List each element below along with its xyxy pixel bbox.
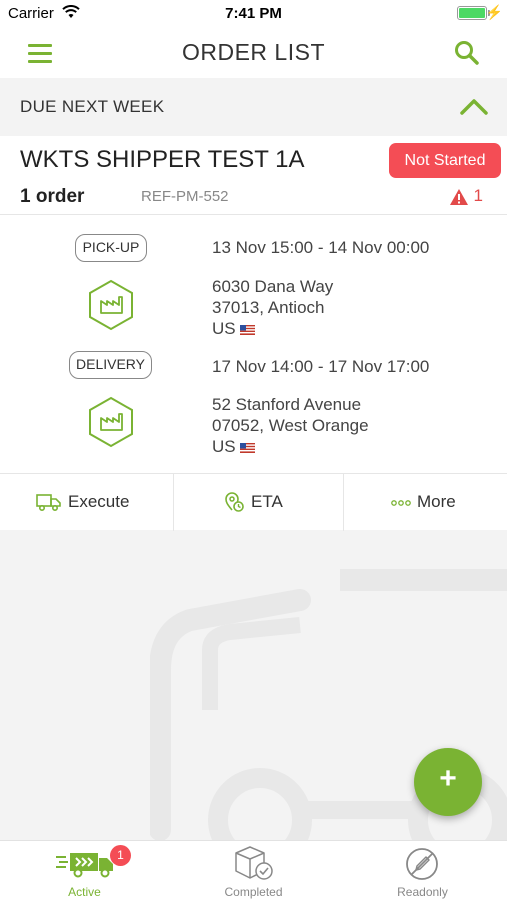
shipper-name: WKTS SHIPPER TEST 1A — [20, 146, 305, 173]
tab-completed-label: Completed — [224, 885, 283, 899]
pickup-street: 6030 Dana Way — [212, 277, 334, 296]
tab-bar: 1 Active Completed Readonly — [0, 840, 507, 900]
chevron-up-icon[interactable] — [459, 96, 489, 116]
no-edit-icon — [406, 848, 438, 880]
pickup-time: 13 Nov 15:00 - 14 Nov 00:00 — [212, 238, 430, 257]
nav-bar: ORDER LIST — [0, 30, 507, 78]
charging-icon: ⚡ — [485, 4, 503, 20]
clock: 7:41 PM — [225, 5, 282, 22]
page-title: ORDER LIST — [181, 39, 326, 65]
factory-icon — [89, 396, 133, 448]
section-header[interactable]: DUE NEXT WEEK — [0, 78, 507, 136]
more-label: More — [417, 492, 456, 511]
status-bar: Carrier 7:41 PM ⚡ — [0, 0, 507, 30]
status-badge: Not Started — [389, 143, 501, 178]
delivery-tag: DELIVERY — [69, 351, 152, 379]
pickup-country: US — [212, 319, 236, 338]
box-check-icon — [235, 846, 273, 880]
tab-active-label: Active — [68, 885, 101, 899]
execute-label: Execute — [68, 492, 130, 511]
factory-icon — [89, 279, 133, 331]
pickup-country-row: US — [212, 318, 333, 339]
tab-readonly[interactable]: Readonly — [338, 841, 507, 900]
warning-icon — [450, 189, 468, 205]
search-icon[interactable] — [453, 39, 481, 67]
us-flag-icon — [239, 442, 255, 453]
delivery-city: 07052, West Orange — [212, 416, 369, 435]
action-bar: Execute ETA More — [0, 473, 507, 531]
fast-truck-icon — [56, 853, 113, 878]
add-button[interactable]: + — [414, 748, 482, 816]
tab-readonly-label: Readonly — [397, 885, 448, 899]
delivery-country: US — [212, 437, 236, 456]
tab-active[interactable]: 1 Active — [0, 841, 169, 900]
execute-button[interactable]: Execute — [0, 474, 173, 531]
active-badge: 1 — [110, 845, 131, 866]
add-label: + — [439, 762, 457, 795]
divider — [0, 214, 507, 215]
order-count: 1 order — [20, 186, 85, 207]
location-clock-icon — [225, 492, 244, 512]
delivery-country-row: US — [212, 436, 369, 457]
more-button[interactable]: More — [344, 474, 507, 531]
tab-completed[interactable]: Completed — [169, 841, 338, 900]
truck-icon — [36, 494, 61, 512]
delivery-street: 52 Stanford Avenue — [212, 395, 362, 414]
section-label: DUE NEXT WEEK — [20, 97, 165, 116]
pickup-address: 6030 Dana Way 37013, Antioch US — [212, 276, 333, 339]
battery-icon — [457, 6, 487, 20]
pickup-city: 37013, Antioch — [212, 298, 325, 317]
us-flag-icon — [239, 324, 255, 335]
reference-number: REF-PM-552 — [141, 188, 229, 205]
delivery-address: 52 Stanford Avenue 07052, West Orange US — [212, 394, 369, 457]
eta-label: ETA — [251, 492, 283, 511]
delivery-time: 17 Nov 14:00 - 17 Nov 17:00 — [212, 357, 430, 376]
pickup-tag: PICK-UP — [75, 234, 147, 262]
more-dots-icon — [391, 500, 411, 506]
order-card[interactable]: WKTS SHIPPER TEST 1A Not Started 1 order… — [0, 136, 507, 531]
eta-button[interactable]: ETA — [174, 474, 343, 531]
alert-count: 1 — [473, 186, 483, 205]
